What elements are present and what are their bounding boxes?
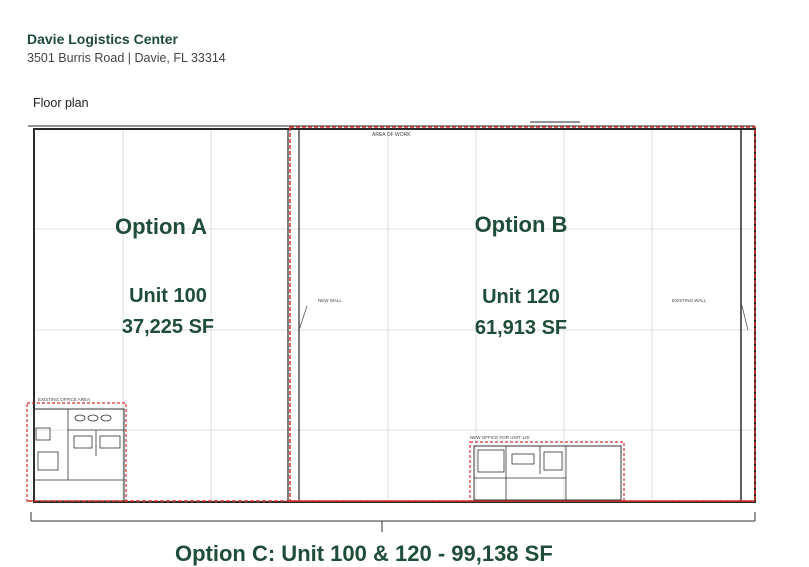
option-a-area-label: 37,225 SF [122, 316, 214, 338]
option-b-new-office [469, 441, 625, 502]
existing-wall-note: EXISTING WALL [672, 298, 707, 303]
building-outline [28, 121, 756, 503]
option-a-office-area [26, 402, 127, 502]
option-a-unit-label: Unit 100 [129, 285, 207, 307]
option-b-label: Option B [475, 212, 568, 237]
area-of-work-note: AREA OF WORK [372, 132, 411, 138]
floor-plan-drawing: AREA OF WORK EXISTING OFFICE AREA NEW WA… [26, 121, 756, 532]
existing-office-note: EXISTING OFFICE AREA [38, 397, 90, 402]
option-a-label: Option A [115, 214, 207, 239]
option-c-caption: Option C: Unit 100 & 120 - 99,138 SF [175, 541, 553, 566]
option-b-boundary [289, 126, 756, 502]
dimension-bracket [30, 512, 756, 532]
option-b-unit-label: Unit 120 [482, 286, 560, 308]
option-b-area-label: 61,913 SF [475, 317, 567, 339]
new-wall-note: NEW WALL [318, 298, 342, 303]
new-office-note: NEW OFFICE FOR UNIT 120 [470, 435, 530, 440]
